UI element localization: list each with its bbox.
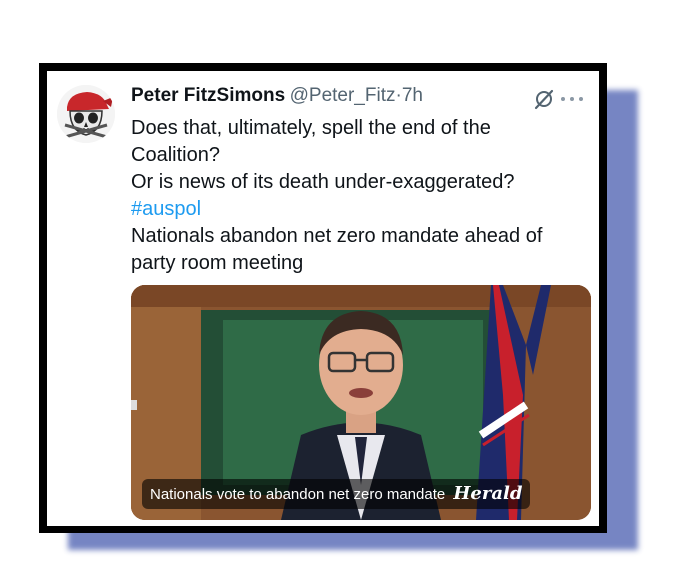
media-caption: Nationals vote to abandon net zero manda… [142,479,531,509]
headline-line: Nationals abandon net zero mandate ahead… [131,225,543,247]
tweet-text-line: Or is news of its death under-exaggerate… [131,171,515,193]
tweet-text-line: Does that, ultimately, spell the end of … [131,117,491,139]
media-image[interactable]: Nationals vote to abandon net zero manda… [131,285,591,520]
tweet-text: Does that, ultimately, spell the end of … [131,115,591,277]
caption-text: Nationals vote to abandon net zero manda… [150,486,446,503]
tweet-time[interactable]: 7h [402,85,423,106]
more-options-icon[interactable] [561,97,585,103]
hashtag-link[interactable]: #auspol [131,196,591,223]
author-name[interactable]: Peter FitzSimons [131,85,285,106]
tweet-text-line: Coalition? [131,144,220,166]
tweet-header: Peter FitzSimons @Peter_Fitz·7h [131,85,589,111]
author-handle[interactable]: @Peter_Fitz [290,85,396,106]
publisher-logo: Herald [453,483,523,504]
grok-icon[interactable] [533,88,555,110]
pirate-skull-icon [57,85,115,143]
avatar[interactable] [57,85,115,143]
headline-line: party room meeting [131,252,304,274]
tweet-card[interactable]: Peter FitzSimons @Peter_Fitz·7h Does tha… [47,71,599,526]
